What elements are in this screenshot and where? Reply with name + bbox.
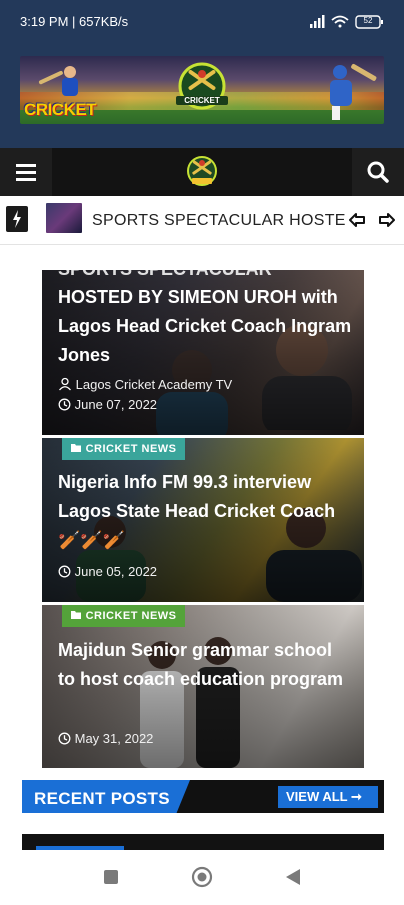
thumb-right-icon xyxy=(379,213,395,227)
player-right-illustration xyxy=(330,63,377,120)
card-date: May 31, 2022 xyxy=(74,731,154,746)
card-date: June 05, 2022 xyxy=(74,564,158,579)
card-title[interactable]: Majidun Senior grammar school to host co… xyxy=(58,636,354,694)
category-badge[interactable]: CRICKET NEWS xyxy=(62,605,185,627)
category-label: CRICKET NEWS xyxy=(85,443,177,455)
system-nav-bar xyxy=(0,852,404,900)
recent-post-tag xyxy=(36,846,124,850)
card-date-row: June 07, 2022 xyxy=(58,397,157,412)
ticker-next-button[interactable] xyxy=(374,206,398,234)
card-date: June 07, 2022 xyxy=(74,397,158,412)
banner-left-text: CRICKET xyxy=(24,100,97,119)
search-icon xyxy=(367,161,389,183)
ticker-headline[interactable]: SPORTS SPECTACULAR HOSTED BY xyxy=(92,212,346,230)
back-icon[interactable] xyxy=(286,869,300,885)
category-label: CRICKET NEWS xyxy=(85,610,177,622)
recents-icon[interactable] xyxy=(104,870,118,884)
folder-icon xyxy=(71,444,81,452)
recent-posts-title: RECENT POSTS xyxy=(34,789,170,808)
card-date-row: June 05, 2022 xyxy=(58,564,157,579)
signal-icon xyxy=(310,15,325,28)
card-title[interactable]: Nigeria Info FM 99.3 interview Lagos Sta… xyxy=(58,468,354,555)
card-author-row: Lagos Cricket Academy TV xyxy=(58,377,232,392)
player-left-illustration xyxy=(38,66,78,96)
hamburger-icon xyxy=(16,164,36,181)
card-author[interactable]: Lagos Cricket Academy TV xyxy=(76,377,233,392)
user-icon xyxy=(59,377,71,391)
search-button[interactable] xyxy=(352,148,404,196)
breaking-news-badge xyxy=(6,206,28,232)
view-all-label[interactable]: VIEW ALL ➞ xyxy=(286,789,362,805)
category-badge[interactable]: CRICKET NEWS xyxy=(62,438,185,460)
clock-icon xyxy=(58,565,71,578)
site-logo-icon[interactable] xyxy=(182,154,222,190)
card-title-top: SPORTS SPECTACULAR xyxy=(58,270,354,284)
card-date-row: May 31, 2022 xyxy=(58,731,153,746)
post-card[interactable]: CRICKET NEWS Nigeria Info FM 99.3 interv… xyxy=(42,438,364,602)
cricket-banner[interactable]: CRICKET CRICKET xyxy=(20,56,384,124)
banner-logo-text: CRICKET xyxy=(176,96,228,105)
status-time: 3:19 PM | 657KB/s xyxy=(20,14,129,29)
folder-icon xyxy=(71,611,81,619)
lightning-icon xyxy=(13,210,21,228)
ticker-thumbnail[interactable] xyxy=(46,203,82,233)
wifi-icon xyxy=(331,15,349,28)
post-card[interactable]: SPORTS SPECTACULAR HOSTED BY SIMEON UROH… xyxy=(42,270,364,435)
cricket-logo-icon xyxy=(178,62,226,110)
menu-button[interactable] xyxy=(0,148,52,196)
battery-level: 52 xyxy=(363,16,373,25)
post-card[interactable]: CRICKET NEWS Majidun Senior grammar scho… xyxy=(42,605,364,768)
thumb-left-icon xyxy=(349,213,365,227)
card-title[interactable]: HOSTED BY SIMEON UROH with Lagos Head Cr… xyxy=(58,283,354,370)
clock-icon xyxy=(58,732,71,745)
clock-icon xyxy=(58,398,71,411)
ticker-prev-button[interactable] xyxy=(346,206,370,234)
